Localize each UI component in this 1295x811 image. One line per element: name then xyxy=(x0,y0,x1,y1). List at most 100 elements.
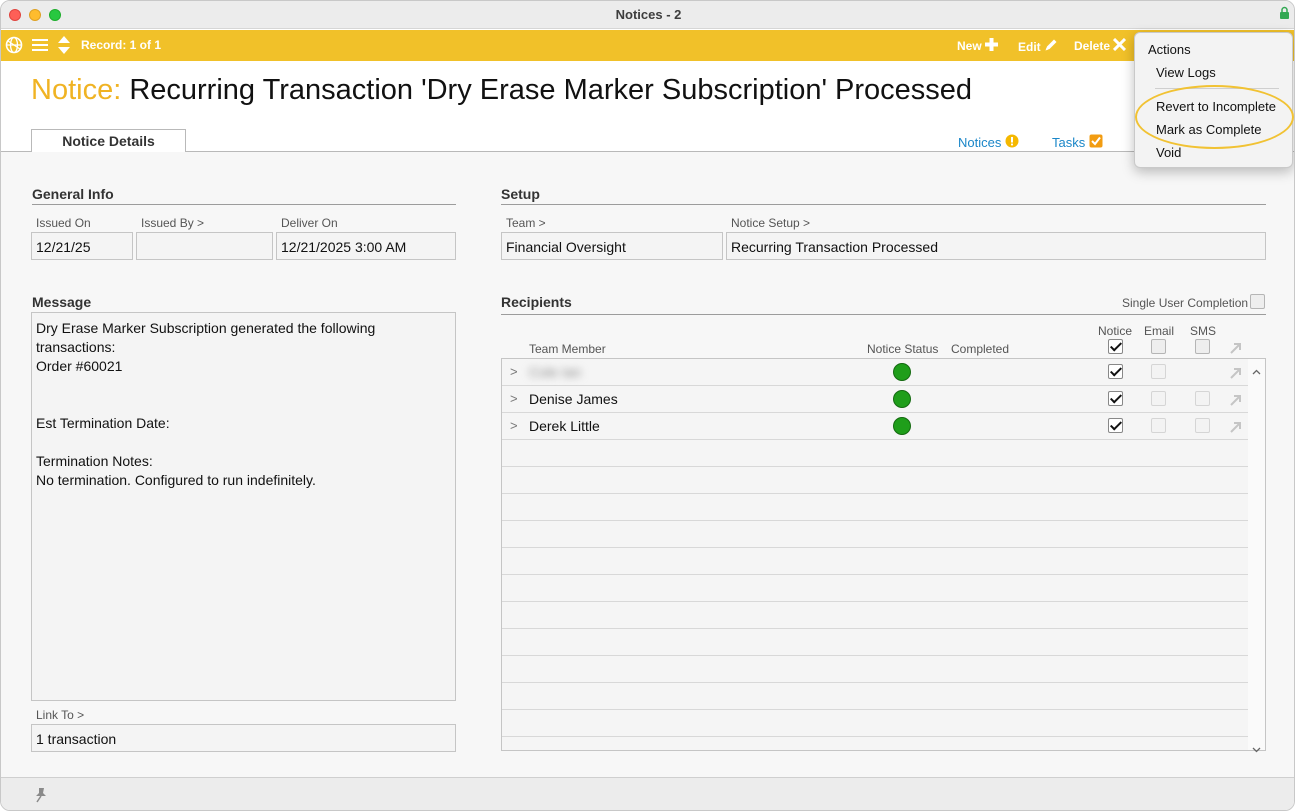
notice-checkbox[interactable] xyxy=(1108,391,1123,406)
message-line xyxy=(36,395,451,414)
notice-setup-field[interactable]: Recurring Transaction Processed xyxy=(726,232,1266,260)
delete-button[interactable]: Delete xyxy=(1074,37,1127,54)
team-label[interactable]: Team > xyxy=(506,216,546,230)
expand-arrow-icon[interactable] xyxy=(1230,341,1242,359)
team-member-name: Derek Little xyxy=(529,418,600,434)
app-window: Notices - 2 Record: 1 of 1 New Edit Dele… xyxy=(0,0,1295,811)
menu-item-view-logs[interactable]: View Logs xyxy=(1156,65,1216,80)
tab-strip: Notice Details Notices Tasks xyxy=(1,129,1294,153)
col-notice-header: Notice xyxy=(1098,324,1133,338)
sms-select-all-checkbox[interactable] xyxy=(1195,339,1210,354)
notice-checkbox[interactable] xyxy=(1108,418,1123,433)
table-row[interactable]: > Cole Ian xyxy=(502,359,1248,386)
open-record-icon[interactable] xyxy=(1230,366,1242,384)
edit-button[interactable]: Edit xyxy=(1018,38,1058,55)
message-line xyxy=(36,433,451,452)
empty-row xyxy=(502,521,1248,548)
message-line: Termination Notes: xyxy=(36,453,153,469)
open-record-icon[interactable] xyxy=(1230,393,1242,411)
issued-by-label[interactable]: Issued By > xyxy=(141,216,204,230)
tab-notice-details[interactable]: Notice Details xyxy=(31,129,186,153)
chevron-up-icon[interactable] xyxy=(1252,362,1261,380)
message-heading: Message xyxy=(32,294,92,310)
table-row[interactable]: > Derek Little xyxy=(502,413,1248,440)
menu-item-mark-as-complete[interactable]: Mark as Complete xyxy=(1156,122,1261,137)
deliver-on-label: Deliver On xyxy=(281,216,338,230)
single-user-completion-checkbox[interactable] xyxy=(1250,294,1265,309)
plus-icon xyxy=(984,38,998,54)
globe-icon[interactable] xyxy=(5,36,23,59)
link-to-field[interactable]: 1 transaction xyxy=(31,724,456,752)
edit-button-label: Edit xyxy=(1018,39,1041,54)
notice-select-all-checkbox[interactable] xyxy=(1108,339,1123,354)
row-expand-chevron[interactable]: > xyxy=(510,391,518,406)
link-to-label[interactable]: Link To > xyxy=(36,708,84,722)
grid-scrollbar[interactable] xyxy=(1248,358,1266,753)
page-title: Notice: Recurring Transaction 'Dry Erase… xyxy=(31,74,972,107)
email-select-all-checkbox[interactable] xyxy=(1151,339,1166,354)
message-line: Dry Erase Marker Subscription generated … xyxy=(36,320,376,336)
issued-on-field[interactable]: 12/21/25 xyxy=(31,232,133,260)
lock-icon[interactable] xyxy=(1279,6,1290,25)
team-field[interactable]: Financial Oversight xyxy=(501,232,723,260)
menu-item-void[interactable]: Void xyxy=(1156,145,1181,160)
email-checkbox[interactable] xyxy=(1151,364,1166,379)
notice-checkbox[interactable] xyxy=(1108,364,1123,379)
empty-row xyxy=(502,548,1248,575)
setup-heading: Setup xyxy=(501,186,1266,205)
menu-item-revert-to-incomplete[interactable]: Revert to Incomplete xyxy=(1156,99,1276,114)
col-sms-header: SMS xyxy=(1190,324,1217,338)
empty-row xyxy=(502,710,1248,737)
message-line: No termination. Configured to run indefi… xyxy=(36,472,316,488)
notice-status-indicator xyxy=(893,417,911,435)
new-button[interactable]: New xyxy=(957,38,998,54)
email-checkbox[interactable] xyxy=(1151,418,1166,433)
sms-checkbox[interactable] xyxy=(1195,391,1210,406)
deliver-on-field[interactable]: 12/21/2025 3:00 AM xyxy=(276,232,456,260)
empty-row xyxy=(502,683,1248,710)
empty-row xyxy=(502,467,1248,494)
col-notice-status-header: Notice Status xyxy=(867,342,939,356)
message-body[interactable]: Dry Erase Marker Subscription generated … xyxy=(31,312,456,701)
tab-tasks[interactable]: Tasks xyxy=(1052,134,1103,151)
single-user-completion-label: Single User Completion xyxy=(1122,296,1249,310)
menu-separator xyxy=(1155,88,1279,89)
record-navigation-icon[interactable] xyxy=(57,35,71,60)
tab-notices-label: Notices xyxy=(958,135,1002,150)
actions-menu: Actions View Logs Revert to Incomplete M… xyxy=(1134,32,1293,168)
col-completed-header: Completed xyxy=(951,342,1010,356)
pencil-icon xyxy=(1044,38,1058,55)
tab-notices[interactable]: Notices xyxy=(958,134,1019,151)
x-icon xyxy=(1112,37,1127,54)
empty-row xyxy=(502,656,1248,683)
empty-row xyxy=(502,494,1248,521)
recipients-grid: > Cole Ian > Denise James > Derek Little xyxy=(501,358,1249,751)
empty-row xyxy=(502,575,1248,602)
tab-tasks-label: Tasks xyxy=(1052,135,1086,150)
chevron-down-icon[interactable] xyxy=(1252,740,1261,758)
list-menu-icon[interactable] xyxy=(32,38,48,57)
message-line: transactions: xyxy=(36,339,116,355)
issued-by-field[interactable] xyxy=(136,232,273,260)
empty-row xyxy=(502,602,1248,629)
row-expand-chevron[interactable]: > xyxy=(510,418,518,433)
record-counter: Record: 1 of 1 xyxy=(81,38,162,52)
empty-row xyxy=(502,629,1248,656)
window-title: Notices - 2 xyxy=(615,7,682,22)
sms-checkbox[interactable] xyxy=(1195,418,1210,433)
col-email-header: Email xyxy=(1144,324,1175,338)
row-expand-chevron[interactable]: > xyxy=(510,364,518,379)
new-button-label: New xyxy=(957,39,982,53)
table-row[interactable]: > Denise James xyxy=(502,386,1248,413)
team-member-name: Denise James xyxy=(529,391,618,407)
open-record-icon[interactable] xyxy=(1230,420,1242,438)
page-title-prefix: Notice: xyxy=(31,74,122,106)
message-line xyxy=(36,376,451,395)
issued-on-label: Issued On xyxy=(36,216,91,230)
warning-icon xyxy=(1005,134,1019,151)
email-checkbox[interactable] xyxy=(1151,391,1166,406)
recipients-divider xyxy=(501,314,1266,315)
col-team-member-header: Team Member xyxy=(529,342,606,356)
notice-setup-label[interactable]: Notice Setup > xyxy=(731,216,810,230)
pin-icon[interactable] xyxy=(34,787,48,808)
